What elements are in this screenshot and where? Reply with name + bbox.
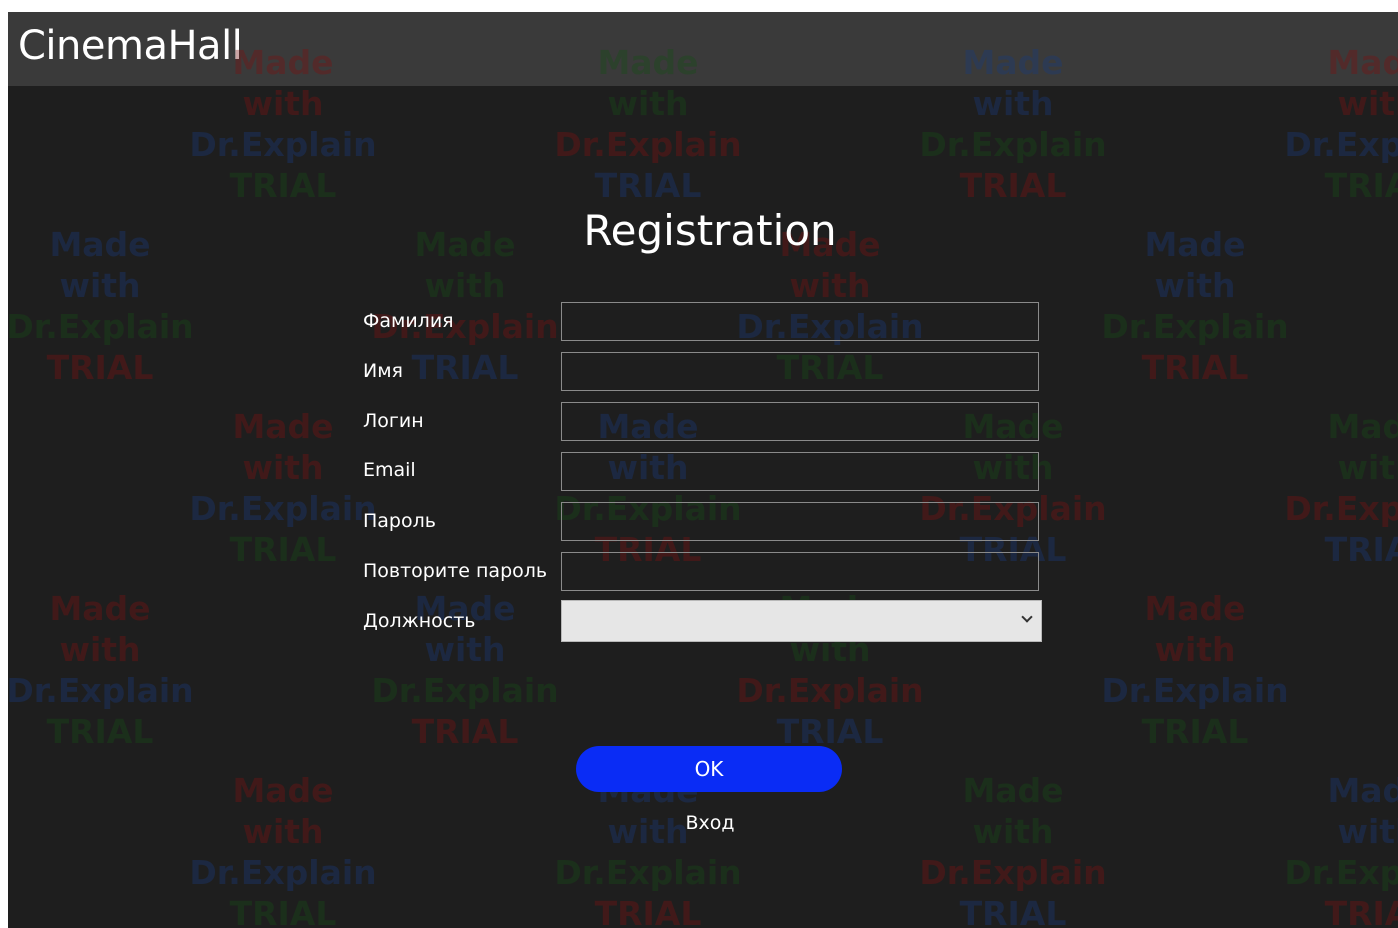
surname-label: Фамилия (363, 310, 454, 332)
password-field[interactable] (561, 502, 1039, 541)
email-field[interactable] (561, 452, 1039, 491)
trial-watermark: Made withDr.ExplainTRIAL (1284, 771, 1398, 928)
trial-watermark: Made withDr.ExplainTRIAL (8, 589, 194, 751)
trial-watermark: Made withDr.ExplainTRIAL (1101, 589, 1289, 751)
trial-watermark: Made withDr.ExplainTRIAL (189, 407, 377, 569)
surname-field[interactable] (561, 302, 1039, 341)
repeat-password-label: Повторите пароль (363, 560, 548, 582)
email-label: Email (363, 459, 416, 481)
trial-watermark: Made withDr.ExplainTRIAL (1284, 407, 1398, 569)
password-label: Пароль (363, 510, 436, 532)
name-label: Имя (363, 360, 403, 382)
page-title: Registration (583, 206, 837, 255)
name-field[interactable] (561, 352, 1039, 391)
position-select[interactable] (561, 600, 1042, 642)
login-field[interactable] (561, 402, 1039, 441)
chevron-down-icon (1021, 611, 1033, 623)
ok-button[interactable]: OK (576, 746, 842, 792)
app-window: CinemaHall Made with Dr.Explain TRIAL Made… (8, 12, 1398, 928)
trial-watermark: Made withDr.ExplainTRIAL (919, 771, 1107, 928)
login-label: Логин (363, 410, 424, 432)
app-title: CinemaHall (18, 23, 243, 69)
title-bar: CinemaHall (8, 12, 1398, 86)
position-label: Должность (363, 610, 476, 632)
repeat-password-field[interactable] (561, 552, 1039, 591)
login-link[interactable]: Вход (8, 812, 1398, 834)
trial-watermark: Made withDr.ExplainTRIAL (189, 771, 377, 928)
trial-watermark: Made withDr.ExplainTRIAL (554, 771, 742, 928)
